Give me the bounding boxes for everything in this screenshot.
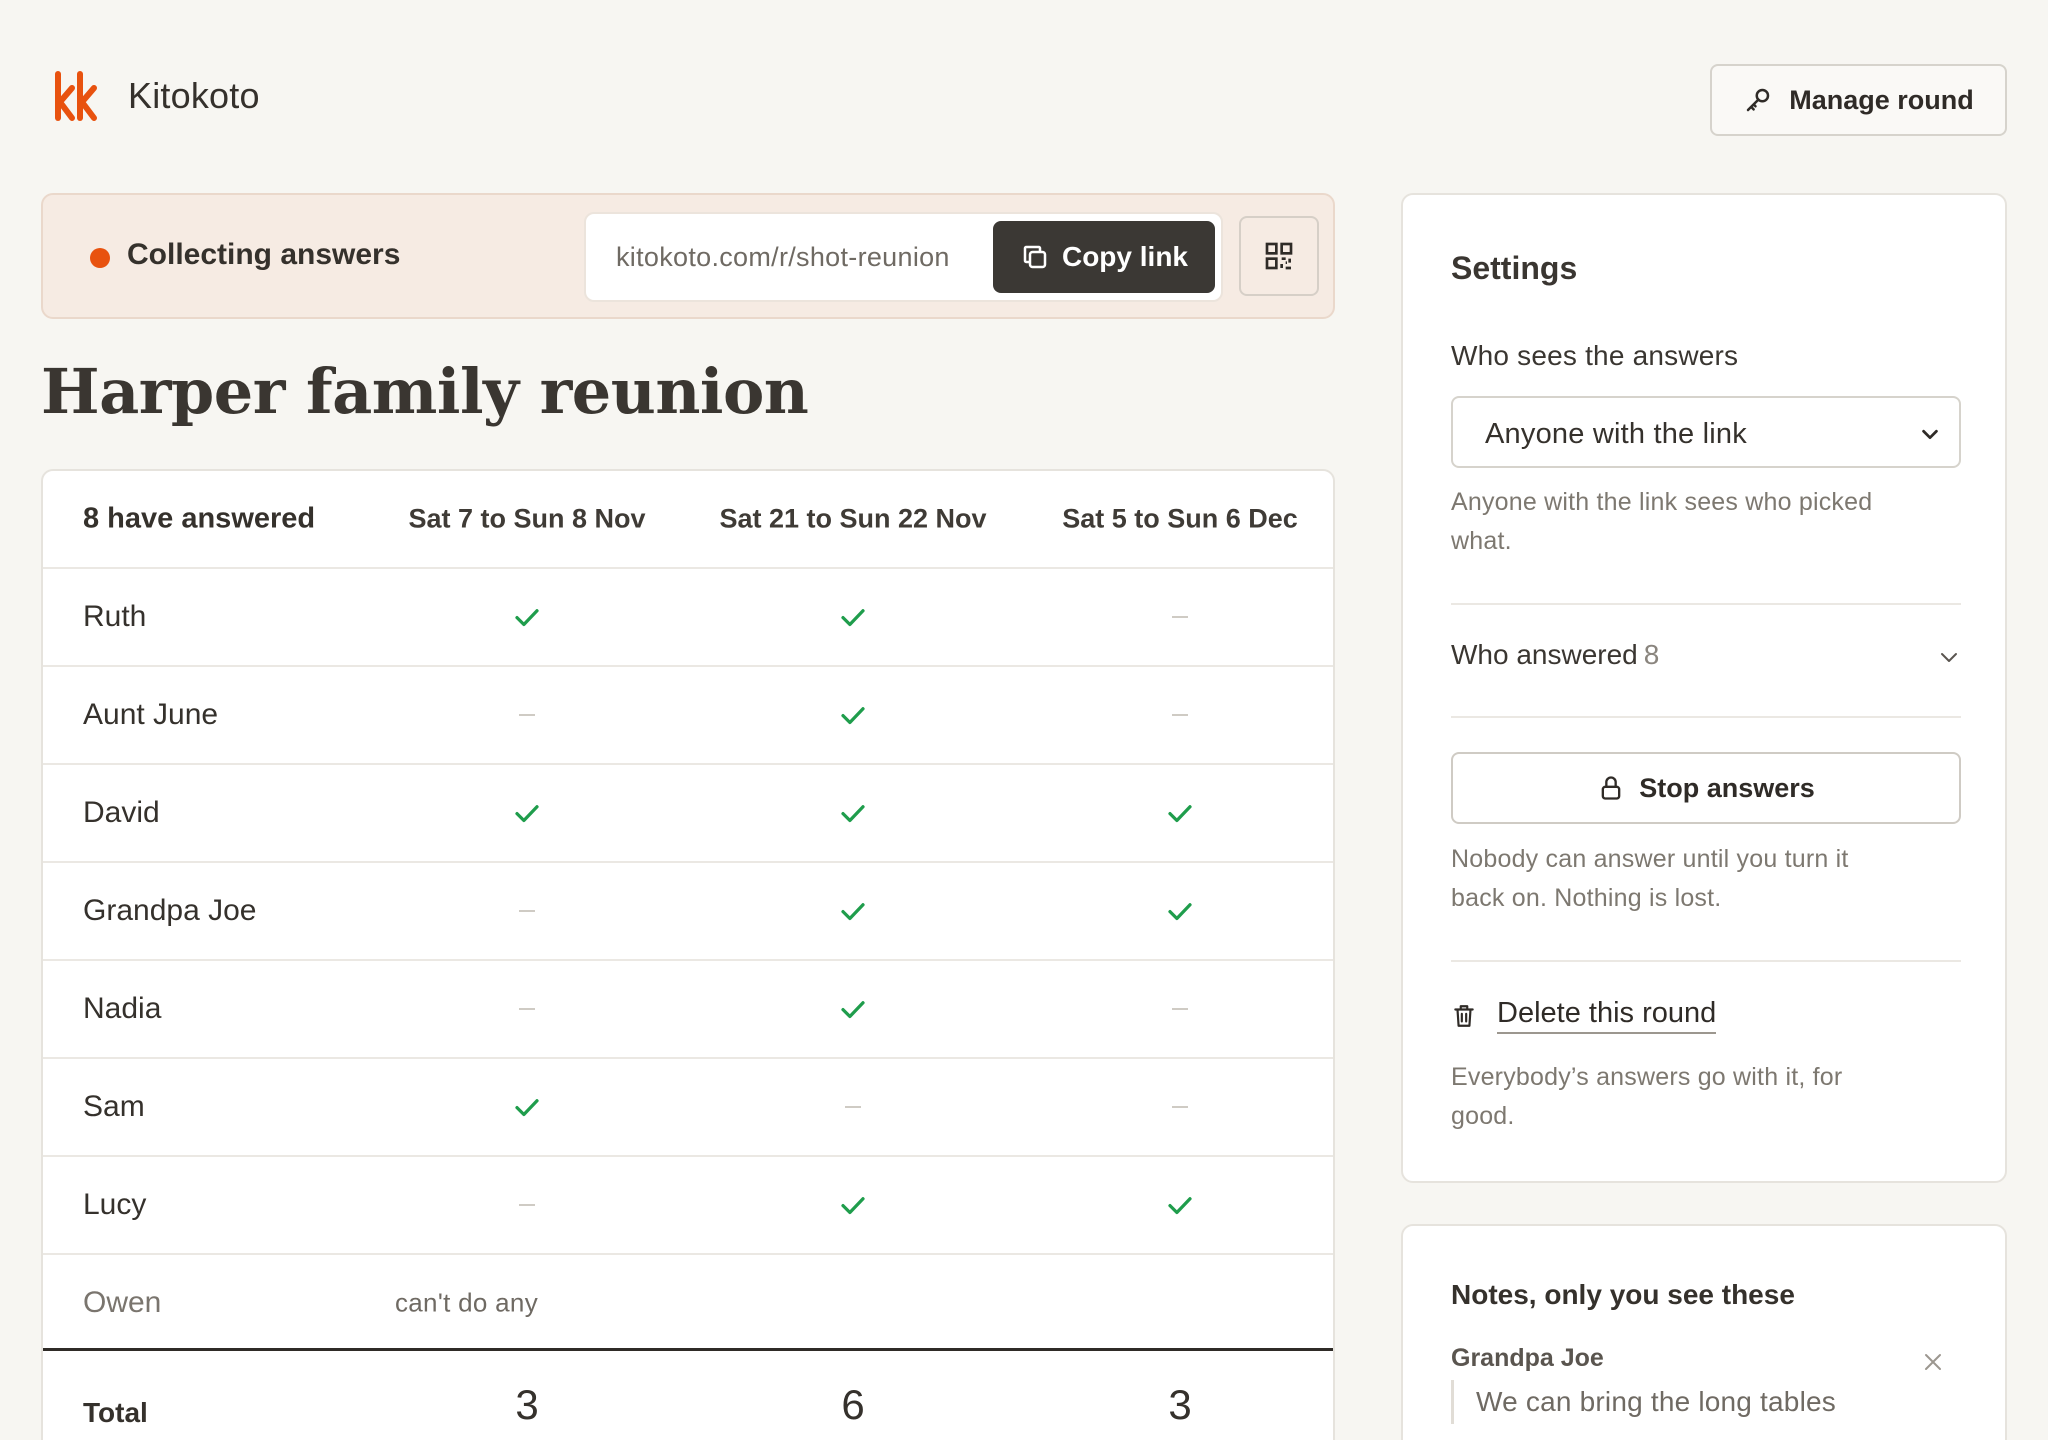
total-value: 6	[841, 1381, 865, 1428]
table-row: Sam	[43, 1059, 1333, 1157]
brand[interactable]: Kitokoto	[52, 70, 260, 122]
table-row: Nadia	[43, 961, 1333, 1059]
visibility-selected-value: Anyone with the link	[1485, 418, 1747, 450]
settings-title: Settings	[1451, 250, 1578, 286]
chevron-down-icon	[1941, 653, 1957, 662]
respondent-name: Aunt June	[83, 698, 219, 731]
dash-icon	[845, 1106, 861, 1108]
dash-icon	[519, 714, 535, 716]
page-title: Harper family reunion	[41, 355, 809, 428]
check-icon	[512, 798, 542, 828]
delete-round-help: Everybody’s answers go with it, for good…	[1451, 1063, 1843, 1130]
respondent-name: David	[83, 796, 160, 829]
table-row: Grandpa Joe	[43, 863, 1333, 961]
visibility-label: Who sees the answers	[1451, 340, 1739, 371]
table-row: Ruth	[43, 569, 1333, 667]
close-icon[interactable]	[1921, 1350, 1945, 1374]
settings-panel: Settings Who sees the answers Anyone wit…	[1401, 193, 2007, 1183]
table-header: 8 have answered Sat 7 to Sun 8 Nov Sat 2…	[43, 471, 1333, 569]
dash-icon	[519, 1008, 535, 1010]
who-answered-toggle[interactable]: Who answered 8	[1451, 621, 1961, 697]
check-icon	[838, 700, 868, 730]
column-header: Sat 5 to Sun 6 Dec	[1062, 503, 1298, 534]
dash-icon	[1172, 616, 1188, 618]
stop-answers-button[interactable]: Stop answers	[1451, 752, 1961, 824]
total-value: 3	[1168, 1381, 1192, 1428]
check-icon	[1165, 798, 1195, 828]
share-link-box[interactable]: kitokoto.com/r/shot-reunion Copy link	[584, 212, 1223, 302]
column-header: Sat 7 to Sun 8 Nov	[408, 503, 646, 534]
total-label: Total	[83, 1397, 148, 1428]
table-row: David	[43, 765, 1333, 863]
copy-icon	[1023, 245, 1047, 269]
divider	[1451, 603, 1961, 605]
qr-code-button[interactable]	[1239, 216, 1319, 296]
qr-code-icon	[1265, 242, 1293, 270]
app-name: Kitokoto	[128, 75, 260, 116]
note-text: We can bring the long tables	[1451, 1380, 1836, 1424]
check-icon	[838, 798, 868, 828]
total-row: Total 3 6 3	[43, 1348, 1333, 1440]
stop-answers-label: Stop answers	[1639, 772, 1815, 803]
dash-icon	[1172, 1008, 1188, 1010]
who-answered-label: Who answered 8	[1451, 639, 1660, 670]
dash-icon	[519, 1204, 535, 1206]
notes-title: Notes, only you see these	[1451, 1279, 1795, 1310]
share-link-url[interactable]: kitokoto.com/r/shot-reunion	[616, 242, 950, 273]
visibility-select[interactable]: Anyone with the link	[1451, 396, 1961, 468]
delete-round-link[interactable]: Delete this round	[1451, 997, 1717, 1034]
check-icon	[838, 602, 868, 632]
status-text: Collecting answers	[127, 238, 401, 271]
note-author: Grandpa Joe	[1451, 1344, 1604, 1372]
check-icon	[512, 602, 542, 632]
divider	[1451, 960, 1961, 962]
lock-icon	[1601, 776, 1621, 800]
who-answered-count: 8	[1643, 639, 1660, 670]
respondent-name: Ruth	[83, 600, 147, 633]
answered-count-header: 8 have answered	[83, 502, 316, 535]
check-icon	[838, 1190, 868, 1220]
total-value: 3	[515, 1381, 539, 1428]
respondent-name: Lucy	[83, 1188, 147, 1221]
check-icon	[1165, 1190, 1195, 1220]
check-icon	[838, 896, 868, 926]
kk-logo-icon	[55, 71, 97, 121]
divider	[1451, 716, 1961, 718]
declined-note: can't do any	[395, 1287, 538, 1318]
respondent-name: Sam	[83, 1090, 145, 1123]
check-icon	[1165, 896, 1195, 926]
manage-round-button[interactable]: Manage round	[1710, 64, 2007, 136]
check-icon	[512, 1092, 542, 1122]
dash-icon	[519, 910, 535, 912]
column-header: Sat 21 to Sun 22 Nov	[719, 503, 987, 534]
respondent-name: Nadia	[83, 992, 162, 1025]
copy-link-label: Copy link	[1061, 241, 1188, 272]
chevron-down-icon	[1922, 429, 1938, 440]
respondent-name: Owen	[83, 1286, 162, 1319]
status-dot	[90, 248, 110, 268]
dash-icon	[1172, 714, 1188, 716]
manage-round-label: Manage round	[1789, 84, 1974, 115]
table-row: Aunt June	[43, 667, 1333, 765]
notes-panel: Notes, only you see these Grandpa Joe We…	[1401, 1224, 2007, 1440]
status-banner: Collecting answers kitokoto.com/r/shot-r…	[41, 193, 1335, 319]
availability-table: 8 have answered Sat 7 to Sun 8 Nov Sat 2…	[41, 469, 1335, 1440]
copy-link-button[interactable]: Copy link	[993, 221, 1215, 293]
table-row: Lucy	[43, 1157, 1333, 1255]
key-icon	[1746, 88, 1770, 112]
visibility-help: Anyone with the link sees who picked wha…	[1451, 488, 1873, 555]
dash-icon	[1172, 1106, 1188, 1108]
table-row-declined: Owen can't do any	[43, 1255, 1333, 1353]
stop-answers-help: Nobody can answer until you turn it back…	[1451, 845, 1849, 912]
delete-round-label: Delete this round	[1497, 997, 1717, 1034]
trash-icon	[1454, 1004, 1474, 1027]
respondent-name: Grandpa Joe	[83, 894, 257, 927]
check-icon	[838, 994, 868, 1024]
